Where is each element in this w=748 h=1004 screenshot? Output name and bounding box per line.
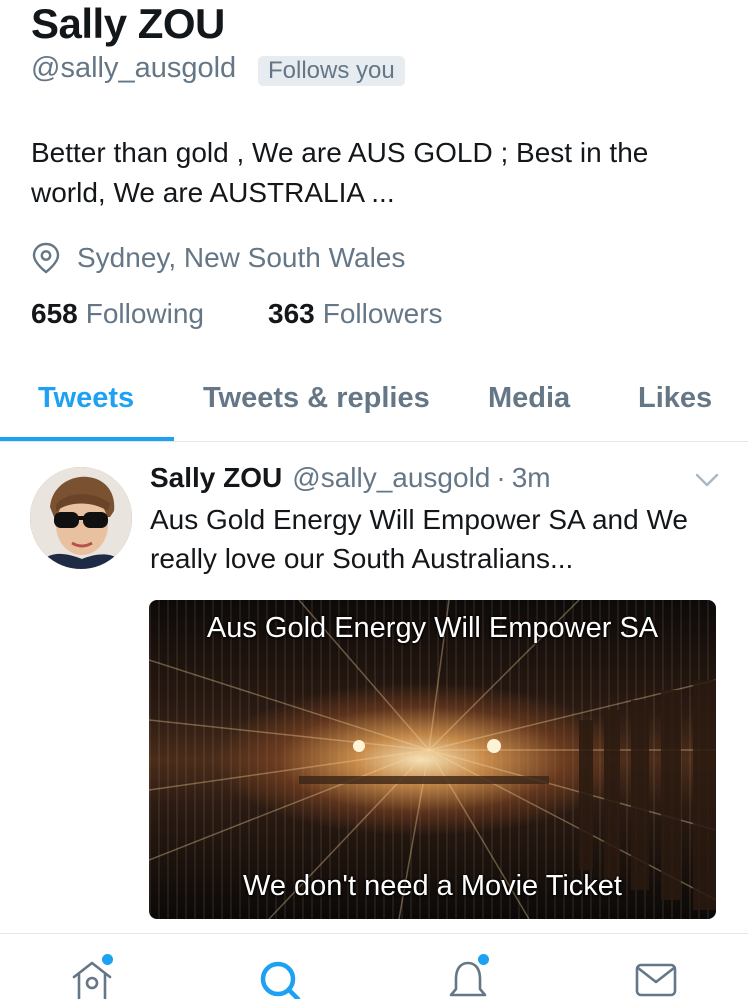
- home-notification-dot: [102, 954, 113, 965]
- profile-name: Sally ZOU: [31, 0, 225, 47]
- active-tab-indicator: [0, 437, 174, 441]
- tweet-header: Sally ZOU @sally_ausgold · 3m: [150, 462, 551, 494]
- followers-stat[interactable]: 363 Followers: [268, 298, 443, 330]
- chevron-down-icon[interactable]: [694, 470, 720, 490]
- following-stat[interactable]: 658 Following: [31, 298, 204, 330]
- nav-search[interactable]: [258, 959, 302, 1004]
- followers-count: 363: [268, 298, 315, 329]
- bottom-navigation: [0, 933, 748, 1002]
- tab-likes[interactable]: Likes: [638, 382, 712, 415]
- tweet-text: Aus Gold Energy Will Empower SA and We r…: [150, 504, 688, 574]
- media-caption-top: Aus Gold Energy Will Empower SA: [206, 612, 659, 644]
- location-text: Sydney, New South Wales: [77, 242, 406, 273]
- search-icon: [260, 961, 301, 1002]
- profile-stats: 658 Following 363 Followers: [31, 298, 443, 330]
- tweet-media-image[interactable]: Aus Gold Energy Will Empower SA We don't…: [149, 600, 716, 919]
- nav-messages[interactable]: [634, 959, 678, 1004]
- nav-home[interactable]: [70, 954, 114, 1004]
- following-count: 658: [31, 298, 78, 329]
- tab-media[interactable]: Media: [488, 382, 570, 415]
- follows-you-badge: Follows you: [258, 56, 405, 86]
- tweet-time: 3m: [511, 462, 551, 493]
- tab-tweets[interactable]: Tweets: [38, 382, 134, 415]
- profile-handle: @sally_ausgold: [31, 52, 237, 84]
- notifications-dot: [478, 954, 489, 965]
- tab-tweets-replies[interactable]: Tweets & replies: [203, 382, 430, 415]
- profile-tabs: Tweets Tweets & replies Media Likes: [0, 365, 748, 442]
- avatar[interactable]: [30, 467, 132, 569]
- tweet-author-name[interactable]: Sally ZOU: [150, 462, 282, 494]
- followers-label: Followers: [322, 298, 443, 329]
- location-pin-icon: [32, 242, 60, 274]
- avatar-portrait: [30, 467, 132, 569]
- tweet-author-handle: @sally_ausgold: [292, 462, 491, 493]
- mail-icon: [635, 963, 677, 997]
- profile-location: Sydney, New South Wales: [31, 238, 405, 278]
- bell-icon: [449, 961, 487, 997]
- media-caption-bottom: We don't need a Movie Ticket: [243, 870, 622, 902]
- profile-bio: Better than gold , We are AUS GOLD ; Bes…: [31, 137, 649, 208]
- following-label: Following: [85, 298, 204, 329]
- tweet-separator: ·: [496, 462, 506, 493]
- nav-notifications[interactable]: [446, 954, 490, 1004]
- home-icon: [72, 961, 112, 999]
